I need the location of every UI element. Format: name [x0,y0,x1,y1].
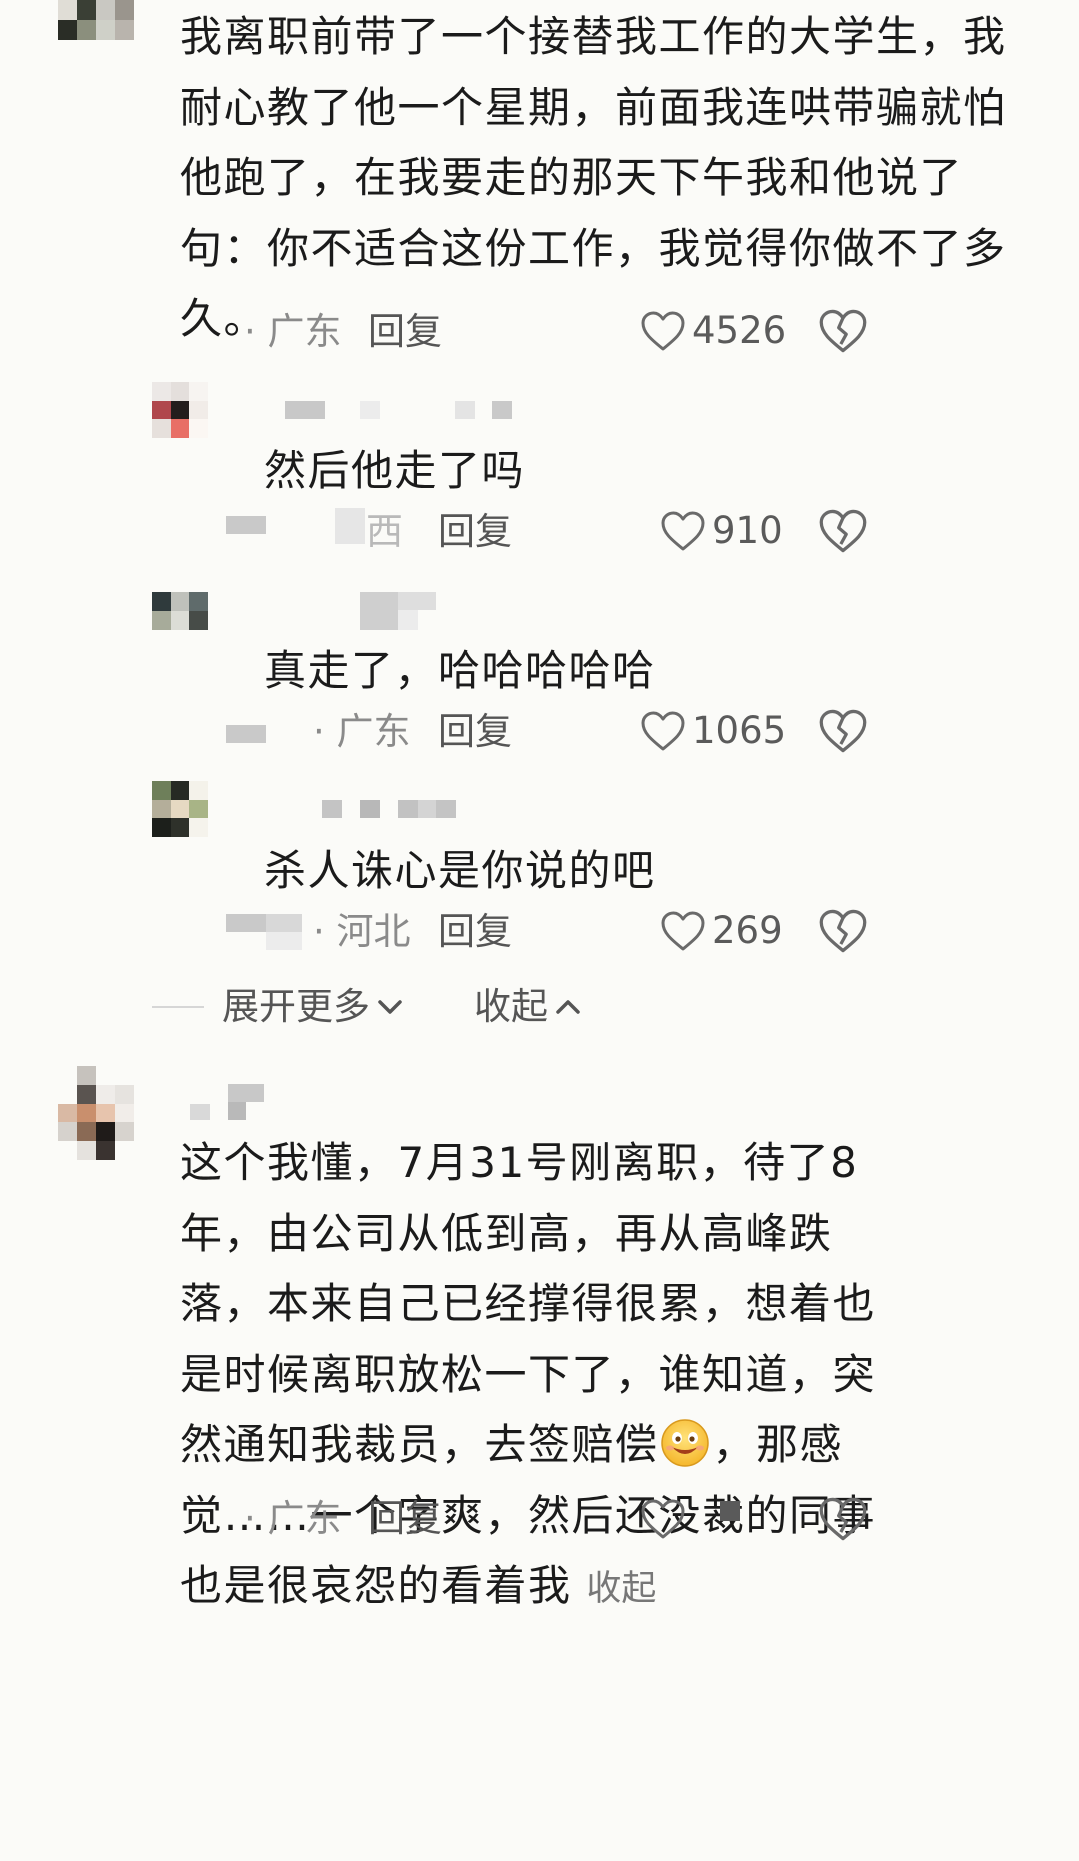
reply-button[interactable]: 回复 [438,510,512,554]
reply-text: 然后他走了吗 [264,446,526,495]
username-mosaic [398,592,436,610]
like-count-mosaic [720,1501,740,1521]
dislike-icon[interactable] [818,1494,868,1544]
like-button[interactable] [640,1494,686,1544]
username[interactable] [322,800,342,818]
avatar[interactable] [58,1066,134,1160]
username-mosaic [492,401,512,419]
heart-icon [661,911,705,951]
heart-icon [641,711,685,751]
heart-icon [661,511,705,551]
like-button[interactable]: 269 [660,906,783,956]
username-mosaic [360,401,380,419]
dislike-icon[interactable] [818,906,868,956]
reply-location: · 广东 [313,710,411,753]
reply-button[interactable]: 回复 [438,910,512,954]
dislike-icon[interactable] [818,706,868,756]
reply-button[interactable]: 回复 [368,1497,442,1541]
reply-text: 真走了，哈哈哈哈哈 [264,646,656,695]
username-mosaic [455,401,475,419]
reply-date-mosaic [226,725,266,743]
reply-date-mosaic [226,516,266,534]
comment-text: 我离职前带了一个接替我工作的大学生，我耐心教了他一个星期，前面我连哄带骗就怕他跑… [180,12,1007,343]
reply-date-mosaic [266,932,302,950]
reply-avatar[interactable] [152,382,208,438]
like-count: 269 [712,909,783,952]
collapse-label: 收起 [474,985,548,1028]
like-count: 1065 [692,709,787,752]
divider-line [152,1006,204,1008]
reply-date-mosaic [266,914,302,932]
reply-date-mosaic [226,914,266,932]
grinning-face-emoji [660,1419,709,1467]
comment-text: 这个我懂，7月31号刚离职，待了8年，由公司从低到高，再从高峰跌落，本来自己已经… [180,1128,880,1625]
username-mosaic [360,800,380,818]
like-count: 4526 [692,309,787,352]
username-mosaic [418,800,436,818]
username[interactable] [360,592,398,630]
username[interactable] [285,401,325,419]
location-mosaic [335,508,365,544]
like-button[interactable]: 4526 [640,306,786,356]
like-count: 910 [712,509,783,552]
reply-avatar[interactable] [152,592,208,630]
dislike-icon[interactable] [818,306,868,356]
chevron-up-icon [556,1000,580,1014]
chevron-down-icon [378,1000,402,1014]
username-mosaic [228,1102,246,1120]
reply-location: 西 [366,510,403,553]
comment-location: · 广东 [244,1497,342,1540]
username-mosaic [398,610,418,630]
reply-button[interactable]: 回复 [368,310,442,354]
username[interactable] [190,1104,210,1120]
reply-text: 杀人诛心是你说的吧 [264,846,656,895]
heart-icon [641,1499,685,1539]
username-mosaic [436,800,456,818]
username-mosaic [228,1084,264,1102]
username-mosaic [398,800,418,818]
expand-more-label: 展开更多 [222,985,370,1028]
like-button[interactable]: 1065 [640,706,786,756]
like-button[interactable]: 910 [660,506,783,556]
reply-location: · 河北 [313,910,411,953]
comment-location: · 广东 [244,310,342,353]
inline-collapse-link[interactable]: 收起 [586,1569,656,1609]
reply-button[interactable]: 回复 [438,710,512,754]
avatar[interactable] [58,0,134,40]
collapse-button[interactable]: 收起 [474,985,582,1029]
expand-more-button[interactable]: 展开更多 [222,985,404,1029]
reply-avatar[interactable] [152,781,208,837]
heart-icon [641,311,685,351]
dislike-icon[interactable] [818,506,868,556]
